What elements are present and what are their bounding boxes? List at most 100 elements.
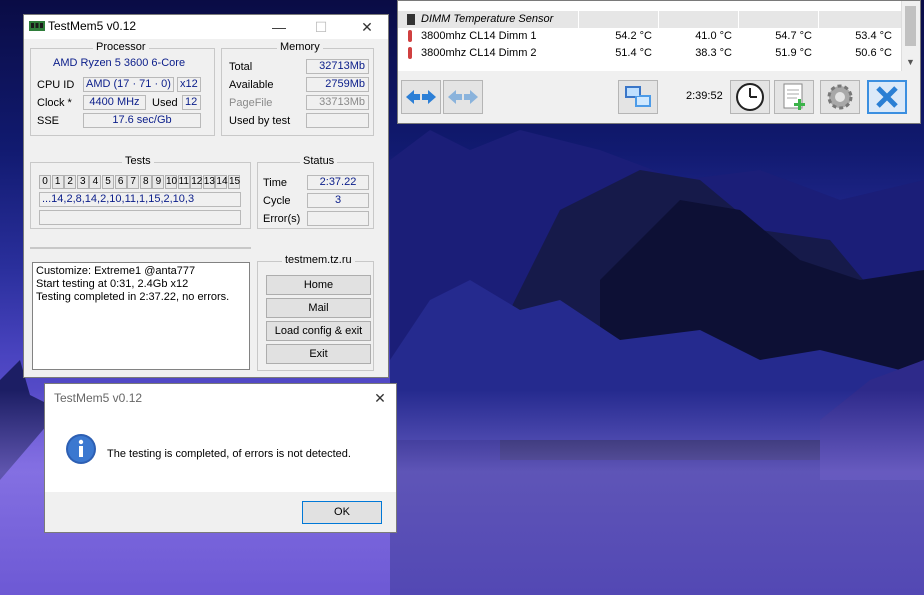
- test-cell: 7: [127, 175, 140, 189]
- dialog-title: TestMem5 v0.12: [54, 391, 143, 405]
- chip-icon: [407, 14, 415, 25]
- test-progress-bar: [39, 210, 241, 225]
- close-x-icon[interactable]: [867, 80, 907, 114]
- cycle-label: Cycle: [263, 195, 291, 207]
- vertical-scrollbar[interactable]: ▼: [901, 1, 920, 71]
- memory-group: Memory Total 32713Mb Available 2759Mb Pa…: [221, 41, 374, 136]
- sensor-row-dimm1[interactable]: 3800mhz CL14 Dimm 1 54.2 °C 41.0 °C 54.7…: [398, 28, 901, 45]
- test-cell: 4: [89, 175, 102, 189]
- status-group-title: Status: [300, 155, 338, 167]
- sensor-group-header[interactable]: DIMM Temperature Sensor: [398, 11, 901, 28]
- sensor-avg: 53.4 °C: [855, 30, 892, 42]
- sensor-name: 3800mhz CL14 Dimm 2: [421, 47, 537, 59]
- arrows-left-right-icon[interactable]: [401, 80, 441, 114]
- hwinfo-toolbar: 2:39:52: [398, 71, 920, 123]
- maximize-button[interactable]: ☐: [306, 15, 336, 39]
- title-bar[interactable]: TestMem5 v0.12 — ☐ ✕: [24, 15, 388, 39]
- test-sequence-field: ...14,2,8,14,2,10,11,1,15,2,10,3: [39, 192, 241, 207]
- tests-group: Tests 0 1 2 3 4 5 6 7 8 9 10 11 12 13 14 15 ...14,2,8,1…: [30, 155, 251, 229]
- processor-group: Processor AMD Ryzen 5 3600 6-Core CPU ID…: [30, 41, 215, 136]
- status-group: Status Time 2:37.22 Cycle 3 Error(s): [257, 155, 374, 229]
- report-add-icon[interactable]: [774, 80, 814, 114]
- used-label: Used: [152, 97, 178, 109]
- testmem-window: TestMem5 v0.12 — ☐ ✕ Processor AMD Ryzen…: [23, 14, 389, 378]
- total-field: 32713Mb: [306, 59, 369, 74]
- clock-field: 4400 MHz: [83, 95, 146, 110]
- dialog-message: The testing is completed, of errors is n…: [107, 448, 351, 460]
- mail-button[interactable]: Mail: [266, 298, 371, 318]
- sensor-name: 3800mhz CL14 Dimm 1: [421, 30, 537, 42]
- errors-label: Error(s): [263, 213, 301, 225]
- test-cell: 15: [228, 175, 241, 189]
- test-cells-row: 0 1 2 3 4 5 6 7 8 9 10 11 12 13 14 15: [39, 175, 244, 189]
- sensor-min: 41.0 °C: [695, 30, 732, 42]
- dialog-close-button[interactable]: ✕: [365, 386, 395, 410]
- log-textbox[interactable]: Customize: Extreme1 @anta777 Start testi…: [32, 262, 250, 370]
- pagefile-field: 33713Mb: [306, 95, 369, 110]
- scroll-down-icon[interactable]: ▼: [906, 57, 915, 67]
- total-label: Total: [229, 61, 253, 73]
- home-button[interactable]: Home: [266, 275, 371, 295]
- test-cell: 9: [152, 175, 165, 189]
- close-button[interactable]: ✕: [352, 15, 382, 39]
- load-config-button[interactable]: Load config & exit: [266, 321, 371, 341]
- hwinfo-sensor-window: DIMM Temperature Sensor 3800mhz CL14 Dim…: [397, 0, 921, 124]
- available-label: Available: [229, 79, 274, 91]
- sensor-min: 38.3 °C: [695, 47, 732, 59]
- used-field: 12: [182, 95, 201, 110]
- cpu-name: AMD Ryzen 5 3600 6-Core: [53, 57, 186, 69]
- memory-group-title: Memory: [277, 41, 323, 53]
- elapsed-time: 2:39:52: [686, 90, 723, 102]
- cycle-field: 3: [307, 193, 369, 208]
- test-cell: 0: [39, 175, 51, 189]
- dialog-body: The testing is completed, of errors is n…: [45, 412, 396, 492]
- test-cell: 2: [64, 175, 77, 189]
- sse-label: SSE: [37, 115, 60, 127]
- test-cell: 11: [177, 175, 190, 189]
- pagefile-label: PageFile: [229, 97, 273, 109]
- test-cell: 6: [114, 175, 127, 189]
- tests-group-title: Tests: [122, 155, 154, 167]
- sensor-current: 51.4 °C: [615, 47, 652, 59]
- sse-field: 17.6 sec/Gb: [83, 113, 201, 128]
- dialog-title-bar[interactable]: TestMem5 v0.12 ✕: [45, 384, 396, 412]
- gear-icon[interactable]: [820, 80, 860, 114]
- test-cell: 8: [139, 175, 152, 189]
- test-cell: 10: [165, 175, 178, 189]
- processor-group-title: Processor: [93, 41, 149, 53]
- cpu-id-label: CPU ID: [37, 79, 75, 91]
- test-cell: 1: [51, 175, 64, 189]
- ok-button[interactable]: OK: [302, 501, 382, 524]
- available-field: 2759Mb: [306, 77, 369, 92]
- test-cell: 14: [215, 175, 228, 189]
- log-divider: [30, 247, 251, 249]
- info-icon: [66, 434, 96, 464]
- minimize-button[interactable]: —: [264, 15, 294, 39]
- sensor-current: 54.2 °C: [615, 30, 652, 42]
- site-link[interactable]: testmem.tz.ru: [282, 254, 355, 266]
- sensor-max: 54.7 °C: [775, 30, 812, 42]
- sensor-avg: 50.6 °C: [855, 47, 892, 59]
- errors-field: [307, 211, 369, 226]
- log-line: Customize: Extreme1 @anta777: [36, 265, 196, 277]
- exit-button[interactable]: Exit: [266, 344, 371, 364]
- used-by-test-label: Used by test: [229, 115, 291, 127]
- test-cell: 5: [102, 175, 114, 189]
- completion-dialog: TestMem5 v0.12 ✕ The testing is complete…: [44, 383, 397, 533]
- arrows-disabled-icon[interactable]: [443, 80, 483, 114]
- threads-field: x12: [177, 77, 201, 92]
- log-line: Testing completed in 2:37.22, no errors.: [36, 291, 230, 303]
- sensor-max: 51.9 °C: [775, 47, 812, 59]
- sensor-row-dimm2[interactable]: 3800mhz CL14 Dimm 2 51.4 °C 38.3 °C 51.9…: [398, 45, 901, 62]
- cpu-id-field: AMD (17 · 71 · 0): [83, 77, 174, 92]
- time-label: Time: [263, 177, 288, 189]
- used-by-test-field: [306, 113, 369, 128]
- ram-chip-icon: [29, 21, 45, 31]
- thermometer-icon: [408, 47, 412, 59]
- test-cell: 12: [190, 175, 203, 189]
- test-cell: 13: [202, 175, 215, 189]
- network-icon[interactable]: [618, 80, 658, 114]
- clock-icon[interactable]: [730, 80, 770, 114]
- window-title: TestMem5 v0.12: [48, 19, 137, 33]
- scrollbar-thumb[interactable]: [905, 6, 916, 46]
